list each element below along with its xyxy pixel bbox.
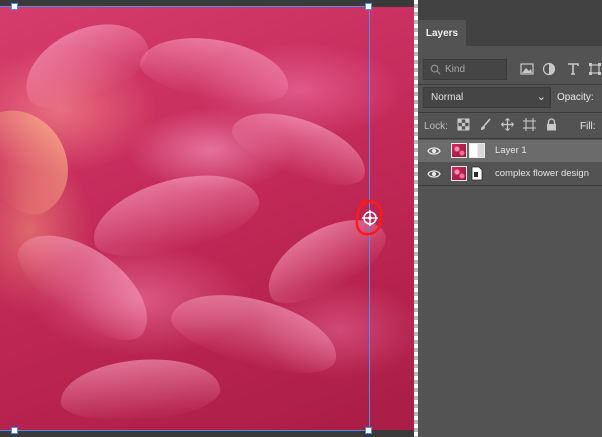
flower-petal [135, 27, 295, 113]
layer-row-complex-flower-design[interactable]: complex flower design [418, 163, 602, 185]
adjustment-filter-icon[interactable] [542, 62, 556, 76]
lock-image-pixels-icon[interactable] [479, 118, 492, 131]
layer-thumbnail[interactable] [451, 166, 467, 181]
layer-name[interactable]: complex flower design [495, 168, 589, 179]
type-filter-icon[interactable] [566, 62, 580, 76]
shape-filter-icon[interactable] [588, 62, 602, 76]
layer-mask-thumbnail[interactable] [469, 143, 485, 158]
lock-all-icon[interactable] [545, 118, 558, 131]
layers-panel: Layers Kind Normal ⌄ Opacity: Lock: Fill… [418, 0, 602, 437]
transform-box-bottom-edge[interactable] [0, 430, 369, 431]
tab-layers[interactable]: Layers [418, 20, 466, 46]
eye-visibility-icon[interactable] [427, 168, 441, 180]
blend-mode-value: Normal [431, 92, 464, 103]
smart-object-icon [469, 166, 485, 181]
canvas-bottom-edge [0, 430, 416, 437]
fill-label: Fill: [580, 121, 596, 132]
transform-handle-bottom-right[interactable] [365, 427, 372, 434]
layer-name[interactable]: Layer 1 [495, 145, 527, 156]
layer-thumbnail[interactable] [451, 143, 467, 158]
opacity-label: Opacity: [557, 92, 594, 103]
lock-position-icon[interactable] [501, 118, 514, 131]
flower-petal [224, 97, 376, 198]
panel-divider [418, 84, 602, 85]
transform-handle-top-right[interactable] [365, 3, 372, 10]
panel-divider [418, 112, 602, 113]
flower-petal [0, 92, 88, 228]
transform-handle-top-left[interactable] [11, 3, 18, 10]
eye-visibility-icon[interactable] [427, 145, 441, 157]
flower-petal [57, 353, 223, 427]
flower-petal [11, 5, 159, 125]
lock-artboard-icon[interactable] [523, 118, 536, 131]
image-filter-icon[interactable] [520, 62, 534, 76]
search-icon [430, 64, 441, 75]
panel-divider [418, 138, 602, 139]
panel-divider [418, 185, 602, 186]
transform-box-top-edge[interactable] [0, 6, 369, 7]
reference-point-icon[interactable] [362, 210, 378, 226]
blend-mode-select[interactable]: Normal ⌄ [423, 87, 551, 108]
lock-label: Lock: [424, 121, 448, 132]
lock-transparent-pixels-icon[interactable] [457, 118, 470, 131]
kind-filter-label: Kind [445, 64, 466, 75]
flower-petal [83, 159, 267, 271]
layer-row-layer-1[interactable]: Layer 1 [418, 140, 602, 162]
transform-handle-bottom-left[interactable] [11, 427, 18, 434]
layer-filter-kind-select[interactable]: Kind [423, 59, 507, 80]
chevron-down-icon: ⌄ [536, 91, 546, 103]
